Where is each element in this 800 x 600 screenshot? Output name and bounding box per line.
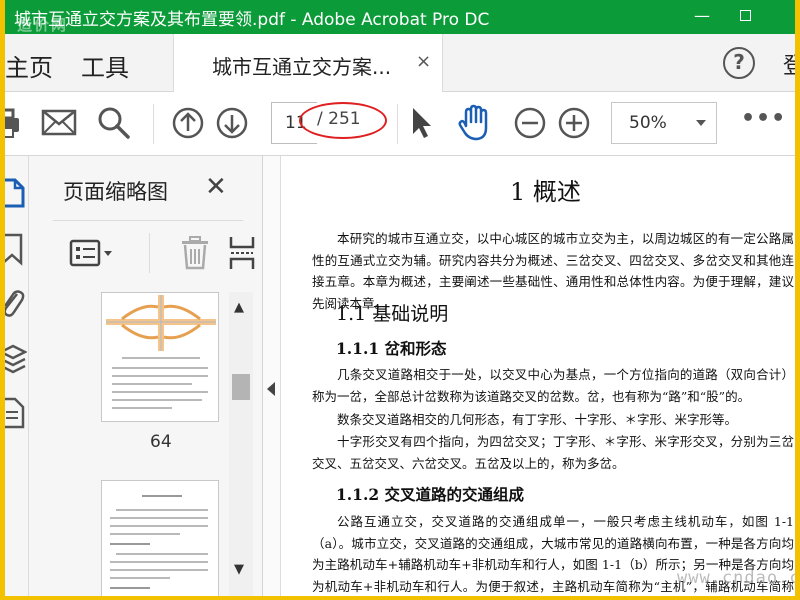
bookmark-icon[interactable] [5, 232, 27, 266]
chevron-left-icon [267, 382, 275, 396]
page-thumbnail[interactable] [101, 292, 219, 422]
thumbnail-text-line [112, 407, 172, 409]
minimize-button[interactable]: — [687, 4, 717, 28]
chevron-down-icon [696, 120, 706, 126]
close-panel-button[interactable]: ✕ [205, 174, 227, 200]
tab-home[interactable]: 主页 [5, 48, 53, 83]
chevron-down-icon[interactable]: ▼ [234, 562, 244, 577]
toolbar-separator [397, 104, 398, 144]
thumbnail-text-line [112, 399, 202, 401]
thumbnail-heading-line [142, 495, 182, 497]
extract-icon[interactable] [227, 235, 257, 271]
toolbar-separator [153, 104, 154, 144]
site-watermark: www.cndao.com [677, 568, 795, 588]
search-icon[interactable] [97, 106, 131, 140]
interchange-drawing [106, 295, 216, 351]
thumbnail-text-line [112, 383, 192, 385]
thumbnail-page-number: 64 [150, 432, 172, 452]
zoom-out-icon[interactable] [513, 106, 547, 140]
more-tools-button[interactable]: ••• [741, 106, 786, 131]
panel-title: 页面缩略图 [63, 180, 168, 204]
paragraph: 几条交叉道路相交于一处，以交叉中心为基点，一个方位指向的道路（双向合计）称为一岔… [312, 367, 794, 404]
site-watermark: 造价网 [17, 16, 69, 34]
thumbnail-text-line [110, 561, 208, 563]
thumbnail-text-line [122, 357, 200, 359]
thumbnail-text-line [110, 577, 170, 579]
thumbnail-list: 64 [29, 292, 241, 596]
delete-icon[interactable] [179, 235, 211, 271]
paragraph: 十字形交叉有四个指向，为四岔交叉；丁字形、＊字形、米字形交叉，分别为三岔交叉、五… [312, 434, 794, 471]
thumbnail-text-line [112, 391, 208, 393]
login-button[interactable]: 登 [783, 48, 795, 80]
chapter-heading: 1 概述 [510, 178, 581, 206]
annotation-ellipse [299, 102, 387, 139]
page-thumbnail[interactable] [101, 480, 219, 596]
zoom-value: 50% [629, 113, 667, 133]
thumbnail-heading-line [110, 587, 150, 589]
thumbnail-toolbar [53, 220, 255, 284]
thumbnail-text-line [112, 367, 208, 369]
mail-icon[interactable] [41, 109, 77, 137]
close-tab-button[interactable]: × [416, 51, 431, 72]
document-icon[interactable] [5, 396, 27, 430]
thumbnail-text-line [110, 525, 208, 527]
thumbnail-toolbar-separator [149, 233, 150, 273]
thumbnail-text-line [112, 375, 208, 377]
print-icon[interactable] [5, 106, 25, 140]
page-up-icon[interactable] [171, 106, 205, 140]
document-page: 1 概述 本研究的城市互通立交，以中心城区的城市立交为主，以周边城区的有一定公路… [282, 156, 795, 596]
tab-document[interactable]: 城市互通立交方案... × [173, 34, 443, 92]
thumbnail-text-line [116, 509, 208, 511]
hand-icon[interactable] [457, 104, 493, 142]
navigation-rail [5, 156, 29, 596]
chevron-up-icon[interactable]: ▲ [234, 300, 244, 315]
thumbnail-text-line [110, 569, 208, 571]
subsection-heading: 1.1.2 交叉道路的交通组成 [336, 485, 525, 504]
section-heading: 1.1 基础说明 [336, 303, 449, 325]
document-tab-label: 城市互通立交方案... [212, 55, 392, 79]
page-down-icon[interactable] [215, 106, 249, 140]
zoom-in-icon[interactable] [557, 106, 591, 140]
tab-bar: 主页 工具 城市互通立交方案... × ? 登 [5, 34, 795, 92]
title-bar: 城市互通立交方案及其布置要领.pdf - Adobe Acrobat Pro D… [5, 0, 795, 34]
collapse-panel-button[interactable] [263, 156, 281, 596]
paragraph: 数条交叉道路相交的几何形态，有丁字形、十字形、＊字形、米字形等。 [337, 412, 738, 427]
window-title: 城市互通立交方案及其布置要领.pdf - Adobe Acrobat Pro D… [14, 10, 490, 30]
thumbnail-scrollbar[interactable]: ▲ ▼ [229, 292, 253, 596]
thumbnail-text-line [110, 517, 208, 519]
maximize-icon [739, 10, 751, 21]
thumbnail-text-line [116, 553, 208, 555]
page-thumbnails-icon[interactable] [5, 176, 27, 210]
maximize-button[interactable] [730, 4, 760, 28]
zoom-select[interactable]: 50% [611, 102, 717, 144]
help-icon[interactable]: ? [723, 47, 755, 79]
thumbnail-heading-line [110, 543, 150, 545]
tab-tools[interactable]: 工具 [81, 48, 129, 83]
options-icon[interactable] [69, 239, 115, 269]
scrollbar-thumb[interactable] [232, 374, 250, 400]
layers-icon[interactable] [5, 342, 27, 376]
subsection-heading: 1.1.1 岔和形态 [336, 339, 447, 358]
thumbnails-panel: 页面缩略图 ✕ 64 ▲ ▼ [29, 156, 263, 596]
thumbnail-text-line [110, 533, 180, 535]
select-arrow-icon[interactable] [409, 106, 435, 140]
acrobat-window: 城市互通立交方案及其布置要领.pdf - Adobe Acrobat Pro D… [5, 0, 795, 596]
attachment-icon[interactable] [5, 286, 27, 320]
main-toolbar: 11 / 251 50% ••• [5, 92, 795, 156]
